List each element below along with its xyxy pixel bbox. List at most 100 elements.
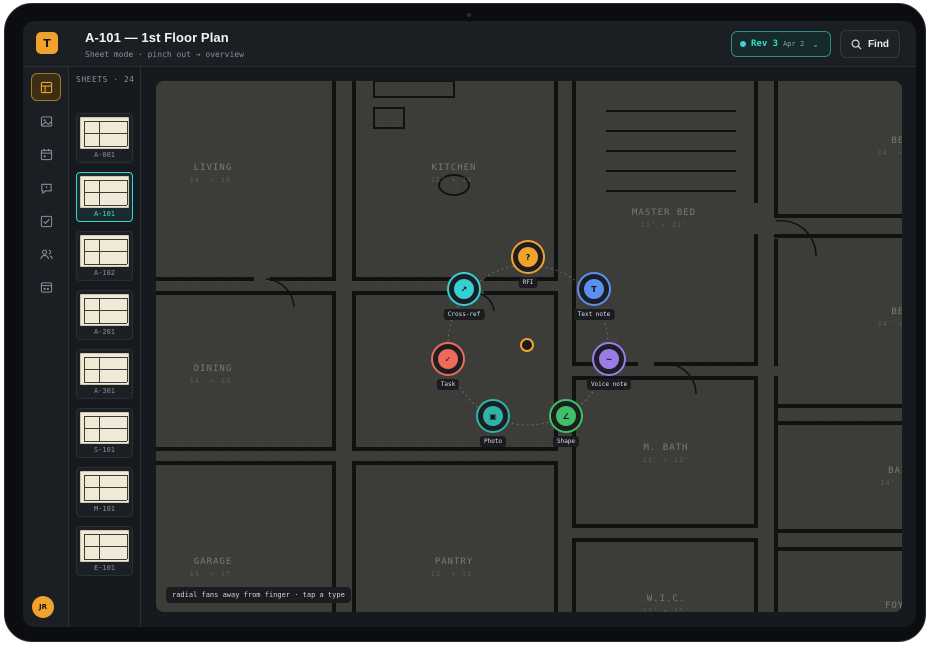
sheet-thumbnail[interactable]: E-101 (76, 526, 133, 576)
radial-tool-label: RFI (518, 277, 538, 288)
sheets-panel: SHEETS · 24 A-001 A-101 A-102 A-201 A-301 S-1… (69, 67, 141, 627)
room-name: FOYER (884, 601, 902, 611)
radial-tool-label: Photo (479, 436, 507, 447)
room-name: LIVING (193, 163, 233, 173)
room-label: BATH 14' × 8' (856, 466, 902, 487)
room-name: KITCHEN (431, 163, 477, 173)
radial-tool-task[interactable]: ✓ (431, 342, 465, 376)
page-subtitle: Sheet mode · pinch out → overview (85, 50, 244, 59)
sheet-thumbnail[interactable]: A-301 (76, 349, 133, 399)
room-dimensions: 11' × 15' (642, 607, 690, 612)
sheet-thumbnail[interactable]: A-101 (76, 172, 133, 222)
search-icon (851, 39, 862, 50)
shape-icon: ∠ (556, 406, 576, 426)
radial-tool-photo[interactable]: ▣ (476, 399, 510, 433)
room-name: BATH (888, 466, 902, 476)
rail-calendar-button[interactable] (31, 140, 61, 168)
radial-tool-label: Cross-ref (443, 309, 485, 320)
cross-ref-icon: ↗ (454, 279, 474, 299)
radial-tool-cross-ref[interactable]: ↗ (447, 272, 481, 306)
room-label: FOYER (856, 601, 902, 612)
sheet-code: A-301 (93, 387, 116, 395)
room-name: M. BATH (643, 443, 689, 453)
photo-icon: ▣ (483, 406, 503, 426)
sheet-thumbnail[interactable]: S-101 (76, 408, 133, 458)
sheet-preview (80, 530, 129, 562)
room-name: DINING (193, 364, 233, 374)
revision-status-dot (740, 41, 746, 47)
room-name: MASTER BED (631, 208, 697, 218)
sheet-code: M-101 (93, 505, 116, 513)
radial-tool-label: Shape (552, 436, 580, 447)
question-icon: ? (518, 247, 538, 267)
app-screen: T A-101 — 1st Floor Plan Sheet mode · pi… (23, 21, 916, 627)
app-logo[interactable]: T (36, 32, 58, 54)
room-dimensions: 14' × 12' (877, 149, 902, 157)
rail-tasks-button[interactable] (31, 207, 61, 235)
sheet-thumbnail[interactable]: A-001 (76, 113, 133, 163)
find-button[interactable]: Find (840, 30, 900, 58)
rail-photos-button[interactable] (31, 107, 61, 135)
sheet-preview (80, 117, 129, 149)
sheet-preview (80, 412, 129, 444)
tasks-icon (40, 215, 52, 227)
photos-icon (40, 115, 52, 127)
room-dimensions: 14' × 12' (877, 320, 902, 328)
room-dimensions: 12' × 14' (430, 176, 478, 184)
reports-icon (40, 281, 52, 293)
top-bar: T A-101 — 1st Floor Plan Sheet mode · pi… (23, 21, 916, 67)
rail-reports-button[interactable] (31, 273, 61, 301)
find-label: Find (867, 38, 890, 50)
room-name: PANTRY (434, 557, 474, 567)
sheet-thumbnail[interactable]: A-102 (76, 231, 133, 281)
gesture-hint: radial fans away from finger · tap a typ… (166, 587, 351, 603)
revision-date: Apr 2 (783, 40, 805, 48)
sheet-code: E-101 (93, 564, 116, 572)
comments-icon (40, 183, 52, 194)
sheet-code: A-201 (93, 328, 116, 336)
room-name: GARAGE (193, 557, 233, 567)
radial-tool-shape[interactable]: ∠ (549, 399, 583, 433)
room-label: W.I.C. 11' × 15' (621, 594, 711, 612)
radial-tool-label: Text note (573, 309, 615, 320)
touch-point-indicator (520, 338, 534, 352)
room-label: DINING 14' × 13' (168, 364, 258, 385)
sheet-preview (80, 294, 129, 326)
room-dimensions: 11' × 12' (642, 456, 690, 464)
camera-dot (467, 13, 471, 17)
room-dimensions: 14' × 8' (880, 479, 902, 487)
room-dimensions: 14' × 13' (189, 377, 237, 385)
room-label: LIVING 14' × 18' (168, 163, 258, 184)
sheets-count-header: SHEETS · 24 (76, 75, 135, 84)
room-label: MASTER BED 11' × 21' (619, 208, 709, 229)
page-title: A-101 — 1st Floor Plan (85, 30, 229, 45)
sheets-icon (40, 81, 52, 93)
rail-people-button[interactable] (31, 240, 61, 268)
room-label: BED 14' × 12' (856, 307, 902, 328)
sheet-thumbnail[interactable]: A-201 (76, 290, 133, 340)
user-avatar[interactable]: JR (32, 596, 54, 618)
rail-sheets-button[interactable] (31, 73, 61, 101)
plan-canvas[interactable]: LIVING 14' × 18' KITCHEN 12' × 14' MASTER BE… (156, 81, 902, 612)
room-name: W.I.C. (646, 594, 686, 604)
room-name: BED (891, 136, 902, 146)
sheet-thumbnail[interactable]: M-101 (76, 467, 133, 517)
radial-tool-text-note[interactable]: T (577, 272, 611, 306)
task-icon: ✓ (438, 349, 458, 369)
rail-comments-button[interactable] (31, 174, 61, 202)
room-label: PANTRY 13' × 15' (409, 557, 499, 578)
radial-tool-voice-note[interactable]: ~ (592, 342, 626, 376)
radial-tool-label: Voice note (586, 379, 632, 390)
radial-tool-rfi[interactable]: ? (511, 240, 545, 274)
room-label: GARAGE 14' × 17' (168, 557, 258, 578)
room-dimensions: 13' × 15' (430, 570, 478, 578)
revision-selector[interactable]: Rev 3 Apr 2 ⌄ (731, 31, 831, 57)
room-label: M. BATH 11' × 12' (621, 443, 711, 464)
sheet-preview (80, 471, 129, 503)
room-dimensions: 11' × 21' (640, 221, 688, 229)
people-icon (39, 249, 53, 259)
radial-tool-label: Task (436, 379, 460, 390)
room-label: BED 14' × 12' (856, 136, 902, 157)
icon-rail: JR (23, 67, 69, 627)
sheet-code: A-102 (93, 269, 116, 277)
